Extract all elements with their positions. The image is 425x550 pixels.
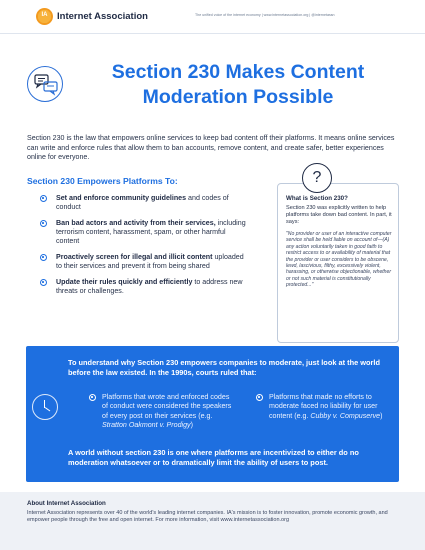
callout-point-2: Platforms that made no efforts to modera…	[256, 393, 385, 421]
list-item-bold: Update their rules quickly and efficient…	[56, 278, 193, 286]
callout-point-1: Platforms that wrote and enforced codes …	[89, 393, 232, 431]
history-callout: To understand why Section 230 empowers c…	[26, 346, 399, 482]
page-title: Section 230 Makes Content Moderation Pos…	[111, 61, 365, 108]
logo-mark: IA	[41, 12, 48, 18]
list-item-bold: Ban bad actors and activity from their s…	[56, 219, 216, 227]
bullet-icon	[40, 220, 47, 227]
bullet-icon	[40, 195, 47, 202]
callout-conclusion: A world without section 230 is one where…	[68, 448, 359, 467]
intro-paragraph: Section 230 is the law that empowers onl…	[27, 134, 395, 162]
callout-intro: To understand why Section 230 empowers c…	[68, 358, 380, 377]
list-item-bold: Proactively screen for illegal and illic…	[56, 253, 213, 261]
header: IA Internet Association The unified voic…	[0, 0, 425, 34]
sidebar-text: Section 230 was explicitly written to he…	[286, 205, 392, 225]
bullet-icon	[40, 279, 47, 286]
case-name: Cubby v. Compuserve	[310, 411, 381, 420]
list-item: Update their rules quickly and efficient…	[40, 278, 250, 296]
empowers-list: Set and enforce community guidelines and…	[40, 194, 250, 303]
chat-bubbles-icon	[27, 66, 63, 102]
bullet-icon	[89, 394, 96, 401]
list-item: Ban bad actors and activity from their s…	[40, 219, 250, 246]
about-footer: About Internet Association Internet Asso…	[0, 492, 425, 550]
case-name: Stratton Oakmont v. Prodigy	[102, 421, 191, 430]
brand-name: Internet Association	[57, 11, 148, 22]
list-item: Proactively screen for illegal and illic…	[40, 253, 250, 271]
clock-rewind-icon	[32, 394, 58, 420]
list-item: Set and enforce community guidelines and…	[40, 194, 250, 212]
about-text: Internet Association represents over 40 …	[27, 510, 388, 524]
about-title: About Internet Association	[27, 500, 106, 507]
sidebar-quote: "No provider or user of an interactive c…	[286, 231, 392, 289]
callout-point-end: )	[190, 421, 193, 430]
question-mark-icon: ?	[302, 163, 332, 193]
ia-logo-icon: IA	[36, 8, 53, 25]
callout-point-end: )	[380, 411, 383, 420]
bullet-icon	[40, 254, 47, 261]
callout-point-text: Platforms that wrote and enforced codes …	[102, 393, 232, 420]
what-is-section-230-box: What is Section 230? Section 230 was exp…	[277, 183, 399, 343]
header-tagline: The unified voice of the internet econom…	[195, 13, 335, 17]
bullet-icon	[256, 394, 263, 401]
list-item-bold: Set and enforce community guidelines	[56, 194, 187, 202]
empowers-heading: Section 230 Empowers Platforms To:	[27, 176, 178, 186]
sidebar-title: What is Section 230?	[286, 195, 348, 202]
